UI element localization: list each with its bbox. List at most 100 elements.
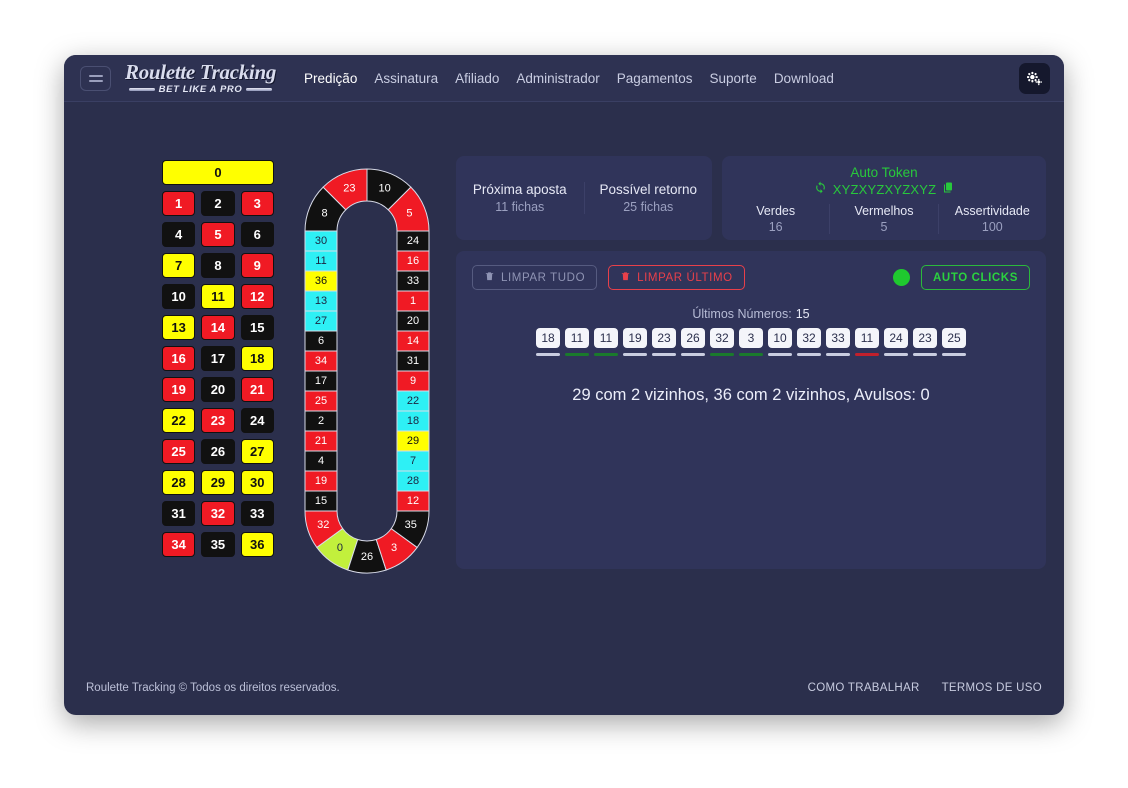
racetrack-label-21: 21 <box>315 435 327 447</box>
grid-cell-17[interactable]: 17 <box>201 346 235 371</box>
nav-link-pagamentos[interactable]: Pagamentos <box>617 71 693 86</box>
grid-cell-22[interactable]: 22 <box>162 408 196 433</box>
last-number-indicator <box>855 353 879 356</box>
grid-row: 789 <box>162 253 274 278</box>
grid-cell-12[interactable]: 12 <box>240 284 274 309</box>
last-number-value[interactable]: 24 <box>884 328 908 348</box>
racetrack-label-18: 18 <box>407 415 419 427</box>
clear-all-button[interactable]: LIMPAR TUDO <box>472 265 598 290</box>
nav-link-administrador[interactable]: Administrador <box>516 71 599 86</box>
last-number-indicator <box>768 353 792 356</box>
grid-cell-33[interactable]: 33 <box>240 501 274 526</box>
grid-cell-27[interactable]: 27 <box>240 439 274 464</box>
grid-cell-4[interactable]: 4 <box>162 222 196 247</box>
trash-icon <box>484 270 495 285</box>
hamburger-icon[interactable] <box>80 65 111 91</box>
grid-cell-20[interactable]: 20 <box>201 377 235 402</box>
grid-cell-31[interactable]: 31 <box>162 501 196 526</box>
last-number-value[interactable]: 23 <box>652 328 676 348</box>
racetrack-label-24: 24 <box>407 235 419 247</box>
footer-link-0[interactable]: COMO TRABALHAR <box>808 682 920 694</box>
racetrack-label-16: 16 <box>407 255 419 267</box>
last-number-value[interactable]: 25 <box>942 328 966 348</box>
last-number-value[interactable]: 23 <box>913 328 937 348</box>
nav-link-afiliado[interactable]: Afiliado <box>455 71 499 86</box>
last-number-item: 26 <box>681 328 705 356</box>
clear-last-button[interactable]: LIMPAR ÚLTIMO <box>608 265 745 290</box>
grid-cell-30[interactable]: 30 <box>240 470 274 495</box>
footer: Roulette Tracking © Todos os direitos re… <box>64 661 1064 715</box>
grid-cell-19[interactable]: 19 <box>162 377 196 402</box>
status-indicator <box>893 269 911 286</box>
grid-cell-35[interactable]: 35 <box>201 532 235 557</box>
last-number-value[interactable]: 3 <box>739 328 763 348</box>
grid-cell-zero[interactable]: 0 <box>162 160 274 185</box>
gears-icon[interactable] <box>1019 63 1050 94</box>
grid-cell-21[interactable]: 21 <box>240 377 274 402</box>
last-number-value[interactable]: 32 <box>797 328 821 348</box>
last-number-item: 18 <box>536 328 560 356</box>
last-number-indicator <box>594 353 618 356</box>
grid-cell-25[interactable]: 25 <box>162 439 196 464</box>
grid-cell-13[interactable]: 13 <box>162 315 196 340</box>
grid-cell-32[interactable]: 32 <box>201 501 235 526</box>
copy-icon[interactable] <box>942 181 954 197</box>
grid-cell-18[interactable]: 18 <box>240 346 274 371</box>
grid-row: 10 11 12 <box>162 284 274 309</box>
grid-cell-7[interactable]: 7 <box>162 253 196 278</box>
grid-cell-11[interactable]: 11 <box>201 284 235 309</box>
grid-cell-34[interactable]: 34 <box>162 532 196 557</box>
grid-cell-10[interactable]: 10 <box>162 284 196 309</box>
grid-row: 13 14 15 <box>162 315 274 340</box>
last-number-value[interactable]: 11 <box>594 328 618 348</box>
last-number-value[interactable]: 26 <box>681 328 705 348</box>
grid-cell-23[interactable]: 23 <box>201 408 235 433</box>
token-stat-verdes: Verdes 16 <box>722 204 829 234</box>
grid-cell-9[interactable]: 9 <box>240 253 274 278</box>
last-number-indicator <box>681 353 705 356</box>
nav-link-download[interactable]: Download <box>774 71 834 86</box>
footer-link-1[interactable]: TERMOS DE USO <box>942 682 1042 694</box>
last-number-value[interactable]: 18 <box>536 328 560 348</box>
grid-cell-16[interactable]: 16 <box>162 346 196 371</box>
nav-link-predio[interactable]: Predição <box>304 71 357 86</box>
last-numbers-title: Últimos Números: 15 <box>692 307 810 321</box>
brand-title: Roulette Tracking <box>125 59 277 84</box>
auto-token-code-row: XYZXYZXYZXYZ <box>722 181 1046 197</box>
grid-cell-1[interactable]: 1 <box>162 191 196 216</box>
brand-logo[interactable]: Roulette Tracking BET LIKE A PRO <box>125 59 277 95</box>
last-number-value[interactable]: 33 <box>826 328 850 348</box>
nav-link-assinatura[interactable]: Assinatura <box>374 71 438 86</box>
last-number-value[interactable]: 19 <box>623 328 647 348</box>
last-number-value[interactable]: 11 <box>855 328 879 348</box>
last-number-indicator <box>536 353 560 356</box>
auto-clicks-button[interactable]: AUTO CLICKS <box>921 265 1030 290</box>
racetrack-label-29: 29 <box>407 435 419 447</box>
action-buttons-row: LIMPAR TUDO LIMPAR ÚLTIMO AUTO CLICKS <box>472 265 1030 290</box>
grid-cell-8[interactable]: 8 <box>201 253 235 278</box>
racetrack-label-12: 12 <box>407 495 419 507</box>
grid-cell-2[interactable]: 2 <box>201 191 235 216</box>
grid-cell-29[interactable]: 29 <box>201 470 235 495</box>
next-bet-value: 11 fichas <box>495 200 545 214</box>
grid-row: 25 26 27 <box>162 439 274 464</box>
last-number-value[interactable]: 10 <box>768 328 792 348</box>
footer-copyright: Roulette Tracking © Todos os direitos re… <box>86 682 340 694</box>
grid-cell-14[interactable]: 14 <box>201 315 235 340</box>
refresh-icon[interactable] <box>814 181 827 197</box>
grid-cell-26[interactable]: 26 <box>201 439 235 464</box>
last-number-value[interactable]: 32 <box>710 328 734 348</box>
grid-cell-36[interactable]: 36 <box>240 532 274 557</box>
nav-link-suporte[interactable]: Suporte <box>710 71 757 86</box>
grid-cell-5[interactable]: 5 <box>201 222 235 247</box>
grid-cell-6[interactable]: 6 <box>240 222 274 247</box>
racetrack-label-22: 22 <box>407 395 419 407</box>
grid-cell-3[interactable]: 3 <box>240 191 274 216</box>
racetrack-label-9: 9 <box>410 375 416 387</box>
nav-links: Predição Assinatura Afiliado Administrador P… <box>304 71 834 86</box>
racetrack-label-3: 3 <box>391 542 397 554</box>
grid-cell-28[interactable]: 28 <box>162 470 196 495</box>
last-number-value[interactable]: 11 <box>565 328 589 348</box>
grid-cell-15[interactable]: 15 <box>240 315 274 340</box>
grid-cell-24[interactable]: 24 <box>240 408 274 433</box>
